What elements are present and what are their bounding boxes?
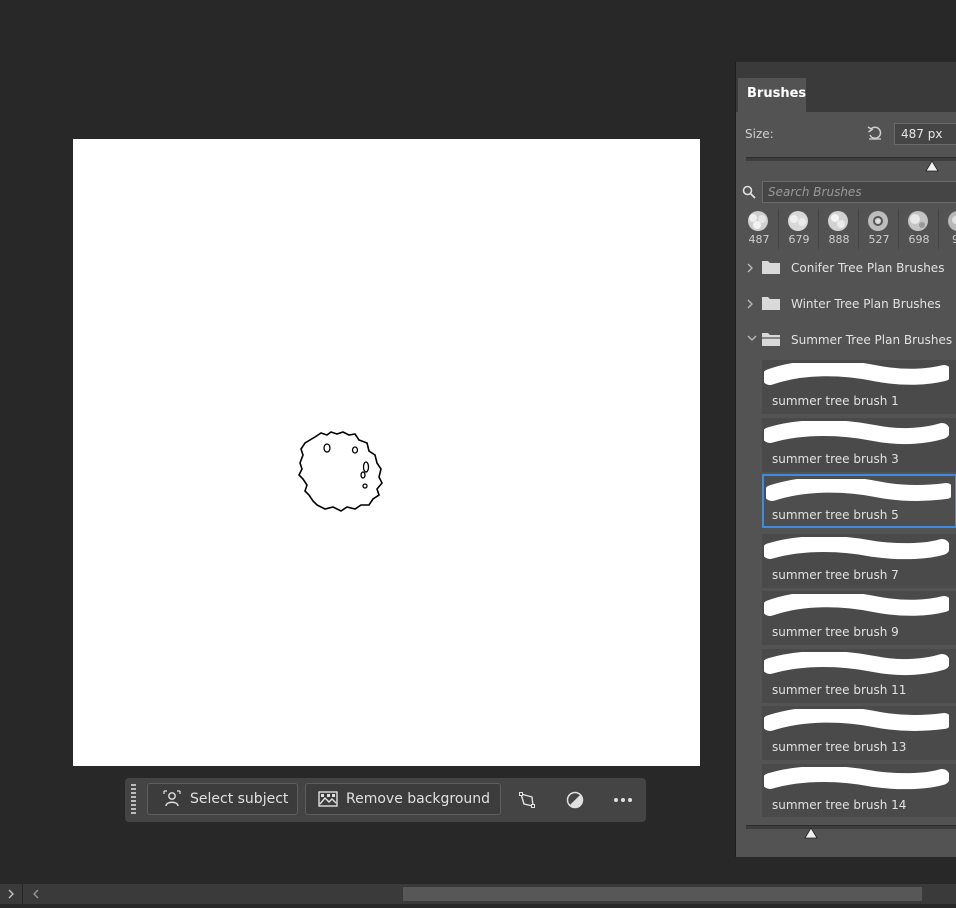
recent-brush-size: 99 — [952, 233, 956, 246]
brush-group[interactable]: Conifer Tree Plan Brushes — [736, 250, 956, 286]
search-brushes-input[interactable]: Search Brushes — [762, 181, 956, 203]
brush-label: summer tree brush 3 — [772, 452, 899, 466]
recent-brush[interactable]: 527 — [860, 209, 899, 249]
brush-tip-icon — [828, 211, 848, 231]
chevron-right-icon[interactable] — [746, 262, 754, 274]
chevron-right-icon — [8, 889, 14, 899]
more-options-icon[interactable] — [613, 790, 633, 810]
expand-panel-button[interactable] — [0, 884, 23, 904]
recent-brush[interactable]: 888 — [820, 209, 859, 249]
recent-brushes-row: 487 679 888 527 698 99 — [740, 209, 956, 249]
group-label: Conifer Tree Plan Brushes — [791, 261, 945, 275]
group-label: Winter Tree Plan Brushes — [791, 297, 941, 311]
brush-stroke-preview — [764, 767, 949, 790]
brush-group[interactable]: Summer Tree Plan Brushes — [736, 322, 956, 358]
size-input[interactable]: 487 px — [894, 123, 956, 145]
preview-size-slider-thumb[interactable] — [804, 827, 818, 839]
group-label: Summer Tree Plan Brushes — [791, 333, 953, 347]
preview-size-slider-track[interactable] — [746, 825, 956, 829]
search-icon — [742, 185, 756, 199]
brush-preset-selected[interactable]: summer tree brush 5 — [762, 474, 956, 528]
brush-stroke-preview — [764, 594, 949, 616]
brush-preset[interactable]: summer tree brush 7 — [762, 534, 956, 588]
brush-tip-icon — [788, 211, 808, 231]
brush-label: summer tree brush 7 — [772, 568, 899, 582]
brush-stroke-preview — [764, 537, 949, 560]
brush-cursor-outline — [298, 431, 383, 512]
transform-icon[interactable] — [517, 790, 537, 810]
brush-stroke-preview — [766, 479, 951, 501]
recent-brush[interactable]: 487 — [740, 209, 779, 249]
recent-brush-size: 679 — [788, 233, 810, 246]
panel-tab-row: Brushes — [736, 78, 956, 112]
size-label: Size: — [745, 127, 774, 141]
contextual-task-bar: Select subject Remove background — [125, 778, 646, 822]
panel-header-strip[interactable] — [736, 62, 956, 78]
remove-background-button[interactable]: Remove background — [305, 783, 501, 815]
brush-list: Conifer Tree Plan Brushes Winter Tree Pl… — [736, 250, 956, 817]
brush-group[interactable]: Winter Tree Plan Brushes — [736, 286, 956, 322]
status-bar — [0, 884, 956, 904]
remove-background-icon — [318, 790, 338, 808]
drag-handle[interactable] — [131, 784, 136, 816]
recent-brush[interactable]: 679 — [780, 209, 819, 249]
brush-label: summer tree brush 11 — [772, 683, 907, 697]
tab-brushes[interactable]: Brushes — [738, 78, 806, 112]
select-subject-button[interactable]: Select subject — [147, 783, 298, 815]
horizontal-scrollbar-thumb[interactable] — [403, 887, 922, 901]
brush-tip-icon — [908, 211, 928, 231]
brush-stroke-preview — [764, 652, 949, 676]
brush-preset[interactable]: summer tree brush 3 — [762, 418, 956, 472]
brushes-panel: Brushes Size: 487 px Search Brushes 487 … — [735, 62, 956, 857]
reset-size-icon[interactable] — [866, 125, 884, 145]
brush-stroke-preview — [764, 363, 949, 385]
brush-label: summer tree brush 1 — [772, 394, 899, 408]
brush-tip-icon — [748, 211, 768, 231]
brush-preset[interactable]: summer tree brush 11 — [762, 649, 956, 703]
chevron-right-icon[interactable] — [746, 298, 754, 310]
recent-brush-size: 888 — [828, 233, 850, 246]
brush-preset[interactable]: summer tree brush 1 — [762, 360, 956, 414]
person-select-icon — [162, 790, 182, 808]
brush-preset[interactable]: summer tree brush 9 — [762, 591, 956, 645]
brush-stroke-preview — [764, 421, 949, 445]
recent-brush-size: 527 — [868, 233, 890, 246]
size-slider-thumb[interactable] — [925, 160, 939, 172]
select-subject-label: Select subject — [190, 791, 289, 807]
brush-tip-icon — [868, 211, 888, 231]
brush-preset[interactable]: summer tree brush 13 — [762, 706, 956, 760]
brush-tip-icon — [948, 211, 956, 231]
open-folder-icon — [762, 333, 780, 346]
brush-stroke-preview — [764, 709, 949, 731]
recent-brush-size: 698 — [908, 233, 930, 246]
folder-icon — [762, 297, 780, 310]
brush-label: summer tree brush 5 — [772, 508, 899, 522]
document-canvas[interactable] — [73, 139, 700, 766]
brush-label: summer tree brush 14 — [772, 798, 907, 812]
remove-background-label: Remove background — [346, 791, 491, 807]
brush-label: summer tree brush 13 — [772, 740, 907, 754]
recent-brush-size: 487 — [748, 233, 770, 246]
brush-preset[interactable]: summer tree brush 14 — [762, 764, 956, 817]
folder-icon — [762, 261, 780, 274]
scroll-left-icon[interactable] — [30, 887, 42, 901]
adjustment-icon[interactable] — [565, 790, 585, 810]
chevron-down-icon[interactable] — [746, 334, 758, 342]
recent-brush[interactable]: 99 — [940, 209, 956, 249]
recent-brush[interactable]: 698 — [900, 209, 939, 249]
brush-label: summer tree brush 9 — [772, 625, 899, 639]
